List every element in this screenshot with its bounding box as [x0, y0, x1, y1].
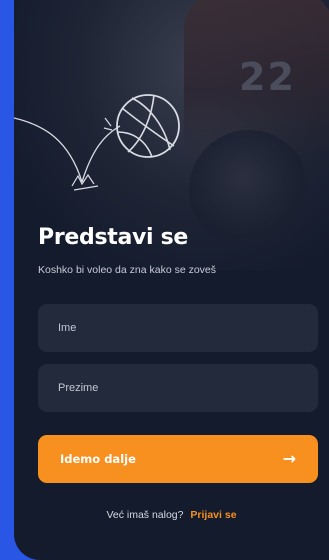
continue-button-label: Idemo dalje	[60, 452, 136, 466]
page-title: Predstavi se	[38, 225, 189, 250]
page-subtitle: Koshko bi voleo da zna kako se zoveš	[38, 264, 217, 276]
first-name-input[interactable]	[58, 322, 298, 334]
intro-section: Predstavi se Koshko bi voleo da zna kako…	[38, 225, 318, 276]
last-name-input[interactable]	[58, 382, 298, 394]
last-name-field[interactable]	[38, 364, 318, 412]
bouncing-basketball-icon	[14, 94, 180, 191]
login-prompt-text: Već imaš nalog?	[106, 509, 184, 521]
onboarding-screen: 22 Predstavi se Koshko bi voleo da zna k…	[14, 0, 329, 560]
first-name-field[interactable]	[38, 304, 318, 352]
arrow-right-icon: →	[282, 449, 296, 468]
jersey-number: 22	[239, 55, 296, 99]
login-link[interactable]: Prijavi se	[190, 509, 236, 521]
continue-button[interactable]: Idemo dalje →	[38, 435, 318, 483]
login-prompt: Već imaš nalog? Prijavi se	[14, 509, 329, 521]
